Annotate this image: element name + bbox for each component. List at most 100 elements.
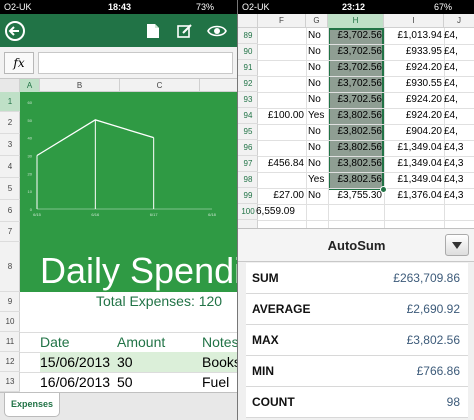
row-header[interactable]: 3 bbox=[0, 134, 20, 156]
cell-j[interactable]: £4, bbox=[444, 124, 474, 140]
cell-f[interactable] bbox=[258, 92, 304, 108]
row-header[interactable]: 97 bbox=[238, 156, 258, 172]
row-header[interactable]: 93 bbox=[238, 92, 258, 108]
column-header-j[interactable]: J bbox=[444, 14, 474, 28]
cell-j[interactable] bbox=[444, 204, 474, 220]
row-header[interactable]: 96 bbox=[238, 140, 258, 156]
cell-i[interactable]: £904.20 bbox=[384, 124, 442, 140]
cell-f[interactable] bbox=[258, 28, 304, 44]
cell-h[interactable]: £3,702.56 bbox=[328, 92, 383, 108]
cell-i[interactable]: £924.20 bbox=[384, 92, 442, 108]
row-header[interactable]: 1 bbox=[0, 92, 20, 112]
cell-i[interactable]: £1,376.04 bbox=[384, 188, 443, 204]
table-cell[interactable]: 16/06/2013 bbox=[40, 374, 110, 390]
cell-g[interactable]: No bbox=[308, 140, 328, 156]
collapse-button[interactable] bbox=[445, 234, 469, 256]
cell-j[interactable]: £4,3 bbox=[444, 140, 474, 156]
edit-icon[interactable] bbox=[174, 20, 196, 42]
row-header[interactable]: 94 bbox=[238, 108, 258, 124]
column-header-i[interactable]: I bbox=[384, 14, 444, 28]
cell-h[interactable]: £3,702.56 bbox=[328, 44, 383, 60]
table-cell[interactable]: Books bbox=[202, 354, 237, 370]
cell-j[interactable]: £4, bbox=[444, 28, 474, 44]
cell-g[interactable]: No bbox=[308, 60, 328, 76]
cell-j[interactable]: £4,3 bbox=[444, 172, 474, 188]
cell-g[interactable]: Yes bbox=[308, 172, 328, 188]
table-cell[interactable]: Fuel bbox=[202, 374, 229, 390]
cell-i[interactable]: £1,349.04 bbox=[384, 172, 443, 188]
cell-h[interactable]: £3,702.56 bbox=[328, 28, 383, 44]
cell-i[interactable]: £1,349.04 bbox=[384, 156, 443, 172]
row-header[interactable]: 92 bbox=[238, 76, 258, 92]
autosum-item-min[interactable]: MIN £766.86 bbox=[246, 356, 468, 387]
row-header[interactable]: 4 bbox=[0, 156, 20, 178]
cell-h[interactable]: £3,802.56 bbox=[328, 172, 383, 188]
cell-g[interactable]: No bbox=[308, 28, 328, 44]
cell-i[interactable]: £1,013.94 bbox=[384, 28, 443, 44]
formula-input[interactable] bbox=[38, 52, 233, 74]
cell-j[interactable]: £4, bbox=[444, 92, 474, 108]
autosum-item-average[interactable]: AVERAGE £2,690.92 bbox=[246, 294, 468, 325]
file-icon[interactable] bbox=[142, 20, 164, 42]
back-arrow-icon[interactable] bbox=[4, 20, 26, 42]
cell-j[interactable]: £4,3 bbox=[444, 188, 474, 204]
cell-i[interactable]: £930.55 bbox=[384, 76, 442, 92]
fx-button[interactable]: fx bbox=[4, 52, 34, 74]
row-header[interactable]: 91 bbox=[238, 60, 258, 76]
cell-i[interactable] bbox=[384, 204, 442, 220]
cell-f[interactable] bbox=[258, 60, 304, 76]
row-header[interactable]: 6 bbox=[0, 200, 20, 222]
cell-g[interactable]: Yes bbox=[308, 108, 328, 124]
row-header[interactable]: 98 bbox=[238, 172, 258, 188]
row-header[interactable]: 10 bbox=[0, 312, 20, 332]
cell-g[interactable] bbox=[308, 204, 328, 220]
column-header-c[interactable]: C bbox=[120, 79, 200, 92]
eye-icon[interactable] bbox=[206, 20, 228, 42]
column-header-g[interactable]: G bbox=[306, 14, 328, 28]
cell-h[interactable]: £3,802.56 bbox=[328, 124, 383, 140]
row-header[interactable]: 89 bbox=[238, 28, 258, 44]
row-header[interactable]: 100 bbox=[238, 204, 258, 220]
row-header[interactable]: 2 bbox=[0, 112, 20, 134]
cell-g[interactable]: No bbox=[308, 156, 328, 172]
column-header-f[interactable]: F bbox=[258, 14, 306, 28]
cell-g[interactable]: No bbox=[308, 76, 328, 92]
cell-i[interactable]: £1,349.04 bbox=[384, 140, 443, 156]
autosum-item-count[interactable]: COUNT 98 bbox=[246, 387, 468, 418]
cell-f[interactable] bbox=[258, 140, 304, 156]
cell-h[interactable]: £3,702.56 bbox=[328, 60, 383, 76]
cell-j[interactable]: £4, bbox=[444, 44, 474, 60]
cell-h[interactable]: £3,702.56 bbox=[328, 76, 383, 92]
column-header-a[interactable]: A bbox=[20, 79, 40, 92]
cell-f[interactable]: 6,559.09 bbox=[256, 204, 302, 220]
row-header[interactable]: 90 bbox=[238, 44, 258, 60]
cell-h[interactable]: £3,802.56 bbox=[328, 108, 383, 124]
cell-i[interactable]: £924.20 bbox=[384, 60, 442, 76]
select-all-corner[interactable] bbox=[238, 14, 258, 28]
row-header[interactable]: 11 bbox=[0, 332, 20, 352]
cell-i[interactable]: £924.20 bbox=[384, 108, 442, 124]
cell-f[interactable] bbox=[258, 124, 304, 140]
sheet-tab-expenses[interactable]: Expenses bbox=[4, 393, 60, 417]
cell-f[interactable] bbox=[258, 44, 304, 60]
cell-h[interactable]: £3,755.30 bbox=[328, 188, 383, 204]
row-header[interactable]: 99 bbox=[238, 188, 258, 204]
cell-g[interactable]: No bbox=[308, 44, 328, 60]
selection-drag-handle[interactable] bbox=[380, 186, 387, 193]
cell-g[interactable]: No bbox=[308, 188, 328, 204]
cell-j[interactable]: £4, bbox=[444, 108, 474, 124]
cell-i[interactable]: £933.95 bbox=[384, 44, 442, 60]
cell-h[interactable] bbox=[328, 204, 382, 220]
cell-h[interactable]: £3,802.56 bbox=[328, 140, 383, 156]
row-header[interactable]: 9 bbox=[0, 292, 20, 312]
table-cell[interactable]: 15/06/2013 bbox=[40, 354, 110, 370]
row-header[interactable]: 13 bbox=[0, 372, 20, 392]
cell-g[interactable]: No bbox=[308, 124, 328, 140]
select-all-corner[interactable] bbox=[0, 79, 20, 92]
table-cell[interactable]: 50 bbox=[117, 374, 133, 390]
cell-f[interactable]: £100.00 bbox=[258, 108, 304, 124]
cell-j[interactable]: £4, bbox=[444, 76, 474, 92]
row-header[interactable]: 5 bbox=[0, 178, 20, 200]
autosum-item-sum[interactable]: SUM £263,709.86 bbox=[246, 263, 468, 294]
column-header-h[interactable]: H bbox=[328, 14, 384, 28]
